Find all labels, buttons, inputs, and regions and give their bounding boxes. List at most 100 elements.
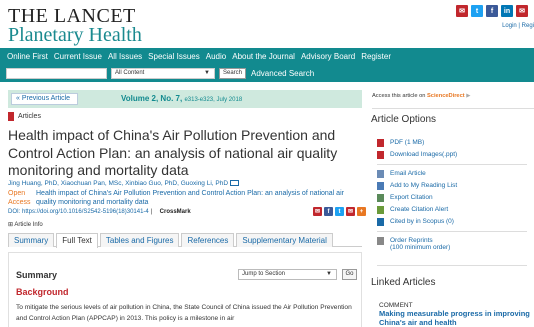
doi-link[interactable]: DOI: https://doi.org/10.1016/S2542-5196(… — [8, 209, 149, 215]
comment-label: COMMENT — [379, 302, 413, 309]
nav-about-journal[interactable]: About the Journal — [232, 52, 295, 61]
previous-article-button[interactable]: « Previous Article — [11, 93, 78, 105]
reading-list-link[interactable]: Add to My Reading List — [377, 182, 457, 190]
chevron-down-icon: ▼ — [204, 70, 210, 76]
advanced-search-link[interactable]: Advanced Search — [251, 69, 314, 78]
nav-audio[interactable]: Audio — [206, 52, 226, 61]
header: THE LANCET Planetary Health ✉ t f in ✉ L… — [0, 0, 534, 48]
jump-select-value: Jump to Section — [242, 271, 286, 277]
reading-list-icon — [377, 182, 384, 190]
tab-references[interactable]: References — [181, 233, 235, 247]
citation-alert-link[interactable]: Create Citation Alert — [377, 206, 448, 214]
mail-icon[interactable]: ✉ — [516, 5, 528, 17]
comment-title-link[interactable]: Making measurable progress in improving … — [379, 309, 534, 327]
email-icon[interactable] — [230, 180, 240, 187]
volume-info[interactable]: Volume 2, No. 7, e313-e323, July 2018 — [121, 94, 242, 103]
chevron-down-icon: ▼ — [326, 271, 332, 277]
tab-supplementary[interactable]: Supplementary Material — [236, 233, 333, 247]
nav-all-issues[interactable]: All Issues — [108, 52, 142, 61]
section-label-text: Articles — [18, 113, 41, 120]
plus-icon[interactable]: + — [357, 207, 366, 216]
search-button[interactable]: Search — [219, 68, 247, 79]
crossmark-badge[interactable]: CrossMark — [160, 209, 191, 215]
linkedin-icon[interactable]: in — [501, 5, 513, 17]
volume-detail: e313-e323, July 2018 — [184, 97, 243, 103]
reading-list-label: Add to My Reading List — [390, 182, 458, 189]
reprints-label: Order Reprints — [390, 237, 433, 244]
email-icon[interactable]: ✉ — [346, 207, 355, 216]
alert-icon — [377, 206, 384, 214]
email-article-label: Email Article — [390, 170, 426, 177]
twitter-icon[interactable]: t — [335, 207, 344, 216]
article-tabs: Summary Full Text Tables and Figures Ref… — [8, 233, 362, 248]
email-icon[interactable]: ✉ — [456, 5, 468, 17]
facebook-icon[interactable]: f — [324, 207, 333, 216]
tab-tables-figures[interactable]: Tables and Figures — [99, 233, 180, 247]
facebook-icon[interactable]: f — [486, 5, 498, 17]
summary-panel: Summary Jump to Section ▼ Go Background … — [8, 252, 362, 327]
volume-label: Volume 2, No. 7, — [121, 94, 183, 103]
email-icon — [377, 170, 384, 178]
download-images-link[interactable]: Download Images(.ppt) — [377, 151, 457, 159]
logo-line2[interactable]: Planetary Health — [8, 24, 142, 47]
article-info-toggle[interactable]: ⊞ Article Info — [8, 221, 43, 228]
reprints-text: Order Reprints (100 minimum order) — [390, 237, 450, 251]
nav-current-issue[interactable]: Current Issue — [54, 52, 102, 61]
nav-advisory-board[interactable]: Advisory Board — [301, 52, 355, 61]
divider — [377, 164, 527, 165]
email-icon[interactable]: ✉ — [313, 207, 322, 216]
order-reprints-link[interactable]: Order Reprints (100 minimum order) — [377, 237, 450, 251]
export-citation-link[interactable]: Export Citation — [377, 194, 433, 202]
content-select-value: All Content — [115, 70, 145, 76]
reprint-icon — [377, 237, 384, 245]
section-label: Articles — [8, 112, 41, 121]
nav-online-first[interactable]: Online First — [7, 52, 48, 61]
linked-articles-title: Linked Articles — [371, 277, 436, 288]
background-text: To mitigate the serious levels of air po… — [16, 304, 352, 322]
scopus-icon — [377, 218, 384, 226]
authors-text[interactable]: Jing Huang, PhD, Xiaochuan Pan, MSc, Xin… — [8, 180, 228, 187]
nav-register[interactable]: Register — [361, 52, 391, 61]
authors: Jing Huang, PhD, Xiaochuan Pan, MSc, Xin… — [8, 180, 240, 187]
login-register-links[interactable]: Login | Regi — [502, 23, 534, 29]
content-select[interactable]: All Content ▼ — [111, 68, 215, 79]
issue-bar: « Previous Article Volume 2, No. 7, e313… — [8, 90, 362, 108]
nav-special-issues[interactable]: Special Issues — [148, 52, 200, 61]
export-citation-label: Export Citation — [390, 194, 433, 201]
open-access-label: Open Access — [8, 190, 31, 206]
scopus-link[interactable]: Cited by in Scopus (0) — [377, 218, 454, 226]
go-button[interactable]: Go — [342, 269, 357, 280]
export-icon — [377, 194, 384, 202]
tab-summary[interactable]: Summary — [8, 233, 55, 247]
divider — [377, 265, 527, 266]
pdf-icon — [377, 139, 384, 147]
tab-full-text[interactable]: Full Text — [56, 233, 98, 248]
share-icons: ✉ f t ✉ + — [313, 207, 366, 216]
article-info-label: Article Info — [14, 222, 43, 228]
doi-separator: | — [150, 209, 152, 215]
search-input[interactable] — [6, 68, 107, 79]
download-images-label: Download Images(.ppt) — [390, 151, 458, 158]
reprints-sub: (100 minimum order) — [390, 244, 451, 251]
summary-title: Summary — [16, 270, 58, 280]
main-nav: Online First Current Issue All Issues Sp… — [0, 48, 534, 65]
divider — [372, 108, 534, 109]
image-download-icon — [377, 151, 384, 159]
pdf-link[interactable]: PDF (1 MB) — [377, 139, 424, 147]
sciencedirect-link[interactable]: ScienceDirect — [427, 93, 465, 99]
section-marker — [8, 112, 14, 121]
background-heading: Background — [16, 287, 69, 297]
citation-alert-label: Create Citation Alert — [390, 206, 449, 213]
open-access-description[interactable]: Health impact of China's Air Pollution P… — [36, 189, 356, 207]
access-text: Access this article on — [372, 93, 426, 99]
twitter-icon[interactable]: t — [471, 5, 483, 17]
chevron-right-icon: ▶ — [466, 93, 471, 99]
scopus-label: Cited by in Scopus (0) — [390, 218, 454, 225]
search-bar: All Content ▼ Search Advanced Search — [0, 65, 534, 82]
social-icons: ✉ t f in ✉ — [456, 5, 528, 17]
email-article-link[interactable]: Email Article — [377, 170, 426, 178]
jump-to-section-select[interactable]: Jump to Section ▼ — [238, 269, 337, 280]
doi: DOI: https://doi.org/10.1016/S2542-5196(… — [8, 209, 191, 215]
article-options-title: Article Options — [371, 114, 437, 125]
divider — [377, 231, 527, 232]
